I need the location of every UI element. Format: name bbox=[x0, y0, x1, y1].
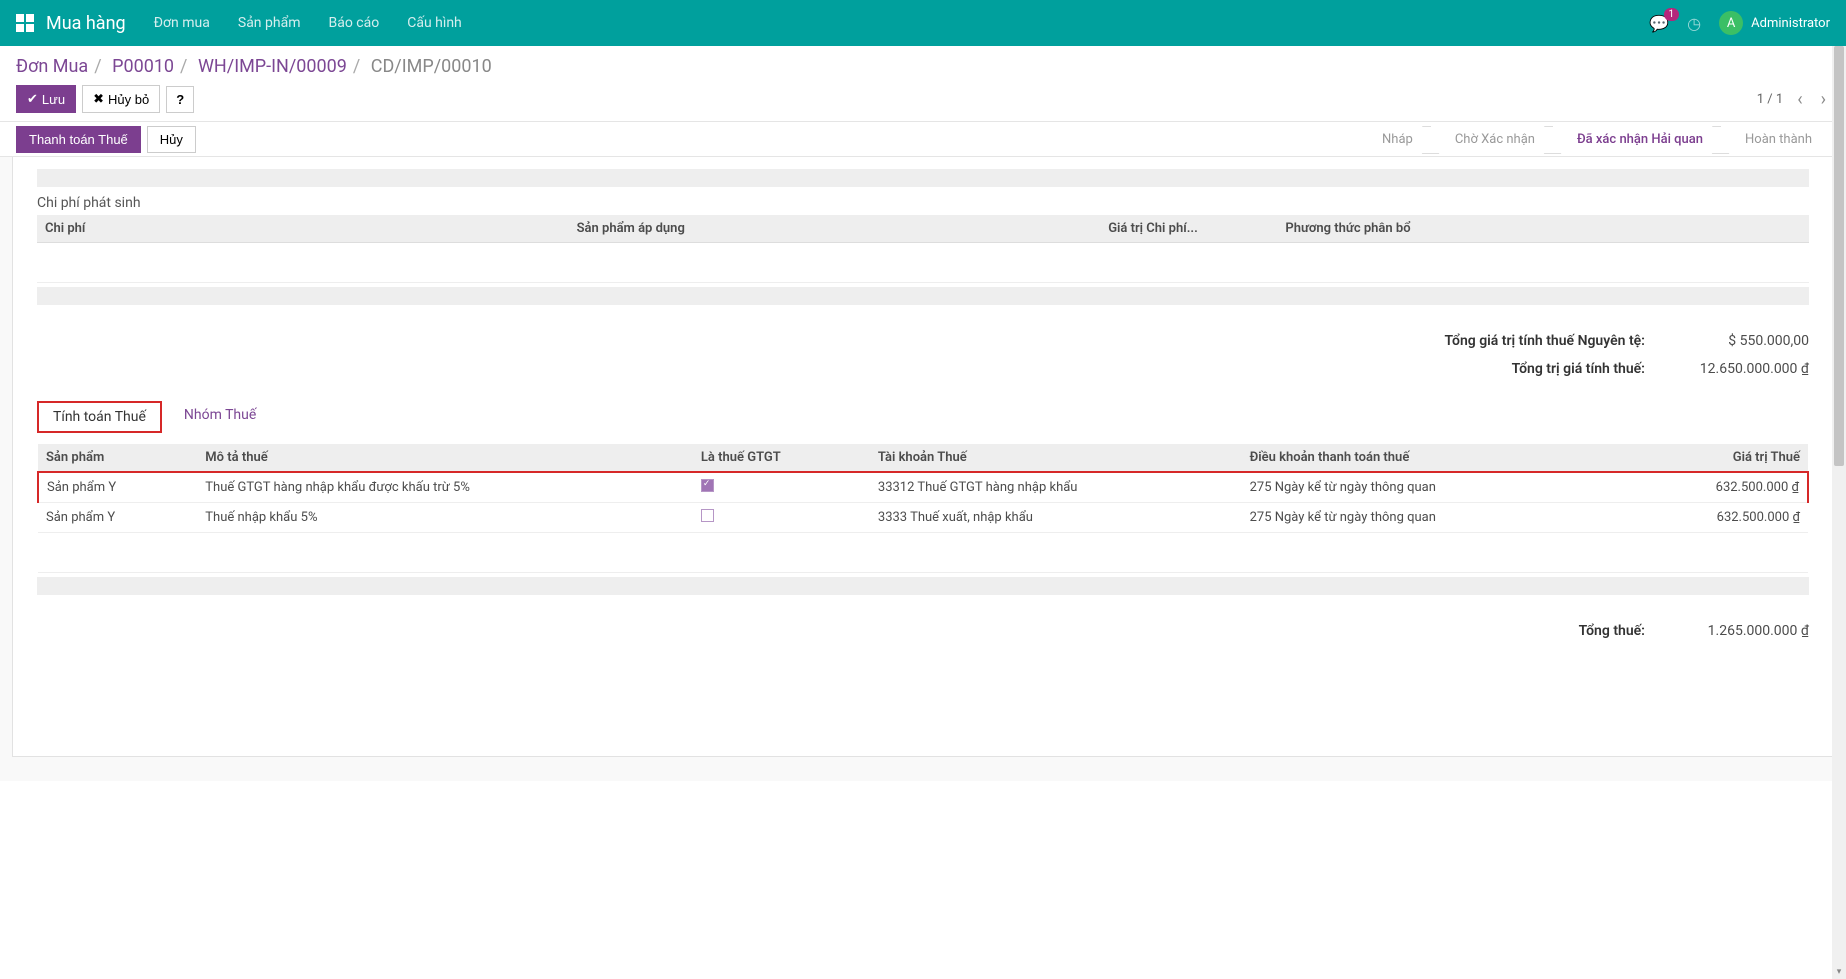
total-tax-base-label: Tổng trị giá tính thuế: bbox=[1512, 361, 1645, 377]
pager: 1 / 1 ‹ › bbox=[1757, 89, 1830, 110]
app-brand[interactable]: Mua hàng bbox=[46, 13, 126, 34]
checkbox-icon[interactable] bbox=[701, 479, 714, 492]
scrollbar[interactable]: ▾ bbox=[1832, 46, 1846, 979]
tax-cell-desc: Thuế nhập khẩu 5% bbox=[197, 503, 693, 533]
tax-cell-term: 275 Ngày kể từ ngày thông quan bbox=[1242, 503, 1631, 533]
control-panel: Đơn Mua/ P00010/ WH/IMP-IN/00009/ CD/IMP… bbox=[0, 46, 1846, 119]
apps-icon[interactable] bbox=[16, 14, 34, 32]
menu-products[interactable]: Sản phẩm bbox=[238, 15, 301, 31]
status-steps: Nháp Chờ Xác nhận Đã xác nhận Hải quan H… bbox=[1358, 126, 1830, 153]
step-done[interactable]: Hoàn thành bbox=[1721, 126, 1830, 153]
tax-col-product: Sản phẩm bbox=[38, 444, 197, 472]
avatar: A bbox=[1719, 11, 1743, 35]
tax-row[interactable]: Sản phẩm Y Thuế GTGT hàng nhập khẩu được… bbox=[38, 472, 1808, 503]
tax-table: Sản phẩm Mô tả thuế Là thuế GTGT Tài kho… bbox=[37, 444, 1809, 573]
help-button[interactable]: ? bbox=[166, 86, 194, 113]
tax-cell-desc: Thuế GTGT hàng nhập khẩu được khấu trừ 5… bbox=[197, 472, 693, 503]
step-draft[interactable]: Nháp bbox=[1358, 126, 1431, 153]
crumb-root[interactable]: Đơn Mua bbox=[16, 56, 88, 77]
chat-badge: 1 bbox=[1664, 8, 1680, 21]
top-nav: Mua hàng Đơn mua Sản phẩm Báo cáo Cấu hì… bbox=[0, 0, 1846, 46]
pager-prev[interactable]: ‹ bbox=[1793, 89, 1806, 110]
totals-block: Tổng giá trị tính thuế Nguyên tệ: $ 550.… bbox=[37, 333, 1809, 377]
tax-cell-term: 275 Ngày kể từ ngày thông quan bbox=[1242, 472, 1631, 503]
status-bar: Thanh toán Thuế Hủy Nháp Chờ Xác nhận Đã… bbox=[0, 121, 1846, 157]
checkbox-icon[interactable] bbox=[701, 509, 714, 522]
tax-cell-value: 632.500.000 ₫ bbox=[1631, 472, 1808, 503]
tax-cell-vat bbox=[693, 503, 870, 533]
step-waiting[interactable]: Chờ Xác nhận bbox=[1431, 126, 1553, 153]
tab-tax-calc[interactable]: Tính toán Thuế bbox=[37, 401, 162, 433]
tax-tabs: Tính toán Thuế Nhóm Thuế bbox=[37, 401, 1809, 433]
user-menu[interactable]: A Administrator bbox=[1719, 11, 1830, 35]
user-name: Administrator bbox=[1751, 16, 1830, 31]
menu-config[interactable]: Cấu hình bbox=[407, 15, 462, 31]
cost-section-title: Chi phí phát sinh bbox=[37, 195, 1809, 211]
tax-total-block: Tổng thuế: 1.265.000.000 ₫ bbox=[37, 623, 1809, 639]
tax-row[interactable]: Sản phẩm Y Thuế nhập khẩu 5% 3333 Thuế x… bbox=[38, 503, 1808, 533]
tax-cell-vat bbox=[693, 472, 870, 503]
crumb-picking[interactable]: WH/IMP-IN/00009 bbox=[198, 56, 347, 77]
tax-col-desc: Mô tả thuế bbox=[197, 444, 693, 472]
discard-button[interactable]: ✖Hủy bỏ bbox=[82, 85, 160, 113]
tax-empty[interactable] bbox=[38, 533, 1808, 573]
cancel-button[interactable]: Hủy bbox=[147, 126, 196, 153]
step-confirmed[interactable]: Đã xác nhận Hải quan bbox=[1553, 126, 1721, 153]
tax-total-label: Tổng thuế: bbox=[1579, 623, 1645, 639]
cost-col-cost: Chi phí bbox=[37, 215, 569, 243]
crumb-current: CD/IMP/00010 bbox=[371, 56, 492, 77]
form-sheet: Chi phí phát sinh Chi phí Sản phẩm áp dụ… bbox=[12, 157, 1834, 757]
cost-table: Chi phí Sản phẩm áp dụng Giá trị Chi phí… bbox=[37, 215, 1809, 283]
tax-cell-account: 33312 Thuế GTGT hàng nhập khẩu bbox=[870, 472, 1242, 503]
pager-next[interactable]: › bbox=[1817, 89, 1830, 110]
tax-cell-product: Sản phẩm Y bbox=[38, 503, 197, 533]
menu-reports[interactable]: Báo cáo bbox=[328, 15, 379, 31]
save-button[interactable]: ✔Lưu bbox=[16, 85, 76, 113]
cost-empty[interactable] bbox=[37, 243, 1809, 283]
cost-col-value: Giá trị Chi phí... bbox=[1100, 215, 1277, 243]
pager-text: 1 / 1 bbox=[1757, 92, 1783, 107]
tax-col-value: Giá trị Thuế bbox=[1631, 444, 1808, 472]
scrollbar-thumb[interactable] bbox=[1834, 46, 1844, 466]
tax-cell-value: 632.500.000 ₫ bbox=[1631, 503, 1808, 533]
tax-cell-product: Sản phẩm Y bbox=[38, 472, 197, 503]
tab-tax-group[interactable]: Nhóm Thuế bbox=[170, 401, 270, 433]
activity-icon[interactable]: ◷ bbox=[1687, 14, 1701, 33]
tax-total-value: 1.265.000.000 ₫ bbox=[1669, 623, 1809, 639]
cost-col-method: Phương thức phân bổ bbox=[1277, 215, 1809, 243]
total-currency-value: $ 550.000,00 bbox=[1669, 333, 1809, 349]
breadcrumb: Đơn Mua/ P00010/ WH/IMP-IN/00009/ CD/IMP… bbox=[16, 56, 1830, 77]
scroll-down-icon[interactable]: ▾ bbox=[1832, 967, 1846, 977]
tax-col-vat: Là thuế GTGT bbox=[693, 444, 870, 472]
pay-tax-button[interactable]: Thanh toán Thuế bbox=[16, 126, 141, 153]
cost-col-product: Sản phẩm áp dụng bbox=[569, 215, 1101, 243]
total-currency-label: Tổng giá trị tính thuế Nguyên tệ: bbox=[1444, 333, 1645, 349]
crumb-po[interactable]: P00010 bbox=[112, 56, 174, 77]
tax-col-term: Điều khoản thanh toán thuế bbox=[1242, 444, 1631, 472]
tax-col-account: Tài khoản Thuế bbox=[870, 444, 1242, 472]
total-tax-base-value: 12.650.000.000 ₫ bbox=[1669, 361, 1809, 377]
messaging-icon[interactable]: 💬1 bbox=[1649, 14, 1669, 33]
tax-cell-account: 3333 Thuế xuất, nhập khẩu bbox=[870, 503, 1242, 533]
top-menu: Đơn mua Sản phẩm Báo cáo Cấu hình bbox=[154, 15, 1650, 31]
menu-orders[interactable]: Đơn mua bbox=[154, 15, 210, 31]
